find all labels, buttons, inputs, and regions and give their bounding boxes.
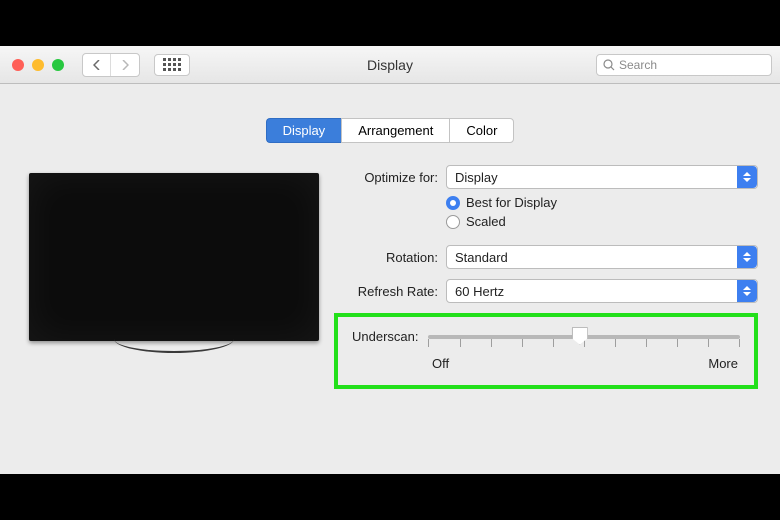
display-prefs-window: Display Search Display Arrangement Color… xyxy=(0,46,780,474)
minimize-icon[interactable] xyxy=(32,59,44,71)
tv-stand-icon xyxy=(114,339,234,353)
optimize-for-label: Optimize for: xyxy=(334,170,446,185)
tab-display[interactable]: Display xyxy=(266,118,342,143)
radio-scaled[interactable] xyxy=(446,215,460,229)
underscan-max-label: More xyxy=(708,356,738,371)
refresh-rate-select[interactable]: 60 Hertz xyxy=(446,279,758,303)
optimize-for-select[interactable]: Display xyxy=(446,165,758,189)
optimize-for-value: Display xyxy=(455,170,498,185)
chevron-updown-icon xyxy=(737,246,757,268)
display-preview xyxy=(14,165,334,389)
search-placeholder: Search xyxy=(619,58,657,72)
refresh-rate-label: Refresh Rate: xyxy=(334,284,446,299)
close-icon[interactable] xyxy=(12,59,24,71)
chevron-updown-icon xyxy=(737,280,757,302)
back-button[interactable] xyxy=(83,54,111,76)
zoom-icon[interactable] xyxy=(52,59,64,71)
show-all-button[interactable] xyxy=(154,54,190,76)
search-icon xyxy=(603,59,615,71)
grid-icon xyxy=(163,58,181,71)
underscan-label: Underscan: xyxy=(352,329,418,344)
underscan-min-label: Off xyxy=(432,356,449,371)
tab-bar: Display Arrangement Color xyxy=(0,118,780,143)
window-title: Display xyxy=(367,57,413,73)
chevron-updown-icon xyxy=(737,166,757,188)
window-controls xyxy=(12,59,64,71)
tab-color[interactable]: Color xyxy=(449,118,514,143)
search-field[interactable]: Search xyxy=(596,54,772,76)
rotation-value: Standard xyxy=(455,250,508,265)
rotation-select[interactable]: Standard xyxy=(446,245,758,269)
radio-best-label: Best for Display xyxy=(466,195,557,210)
radio-best-for-display[interactable] xyxy=(446,196,460,210)
rotation-label: Rotation: xyxy=(334,250,446,265)
tv-icon xyxy=(29,173,319,341)
forward-button[interactable] xyxy=(111,54,139,76)
underscan-highlight: Underscan: Off More xyxy=(334,313,758,389)
tab-arrangement[interactable]: Arrangement xyxy=(341,118,449,143)
radio-scaled-label: Scaled xyxy=(466,214,506,229)
refresh-rate-value: 60 Hertz xyxy=(455,284,504,299)
underscan-slider[interactable] xyxy=(428,335,740,339)
nav-buttons xyxy=(82,53,140,77)
titlebar: Display Search xyxy=(0,46,780,84)
